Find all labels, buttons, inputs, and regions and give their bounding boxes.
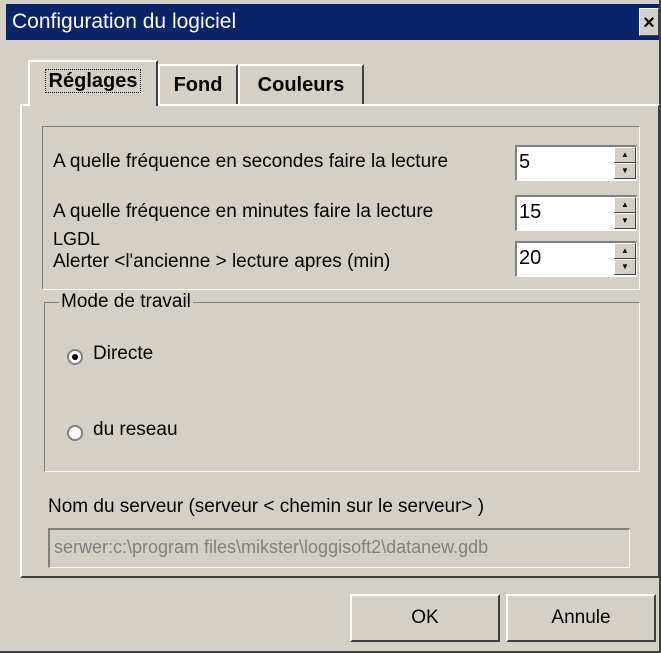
cancel-button[interactable]: Annule [506, 594, 656, 642]
spin-down-icon[interactable]: ▼ [614, 163, 636, 179]
server-path-field: serwer:c:\program files\mikster\loggisof… [48, 528, 630, 568]
spin-up-icon[interactable]: ▲ [614, 197, 636, 213]
work-mode-group: Mode de travail Directe du reseau [44, 291, 640, 472]
close-button[interactable]: × [639, 8, 659, 36]
settings-group: A quelle fréquence en secondes faire la … [42, 126, 640, 290]
row-label-minutes: A quelle fréquence en minutes faire la l… [53, 201, 434, 222]
window-title: Configuration du logiciel [12, 10, 237, 33]
radio-directe[interactable] [67, 349, 83, 365]
tab-fond[interactable]: Fond [158, 64, 238, 104]
radio-du-reseau[interactable] [67, 425, 83, 441]
alert-spinner[interactable]: 20 ▲ ▼ [515, 241, 637, 277]
radio-label-directe[interactable]: Directe [93, 343, 153, 365]
spin-down-icon[interactable]: ▼ [614, 259, 636, 275]
tab-label: Couleurs [257, 74, 345, 96]
tab-couleurs[interactable]: Couleurs [238, 64, 364, 104]
tab-label: Réglages [44, 69, 142, 93]
seconds-value: 5 [519, 151, 531, 173]
close-icon: × [643, 12, 655, 34]
spin-up-icon[interactable]: ▲ [614, 147, 636, 163]
dialog-window: Configuration du logiciel × Réglages Fon… [0, 0, 661, 653]
minutes-spinner[interactable]: 15 ▲ ▼ [515, 195, 637, 231]
radio-label-du-reseau[interactable]: du reseau [93, 419, 178, 441]
server-label: Nom du serveur (serveur < chemin sur le … [48, 496, 485, 517]
tab-label: Fond [173, 74, 223, 96]
title-bar: Configuration du logiciel × [6, 4, 659, 40]
minutes-value: 15 [519, 201, 542, 223]
seconds-spinner[interactable]: 5 ▲ ▼ [515, 145, 637, 181]
radio-selected-dot [72, 354, 78, 360]
tab-reglages[interactable]: Réglages [28, 60, 158, 106]
alert-value: 20 [519, 247, 542, 269]
row-label-seconds: A quelle fréquence en secondes faire la … [53, 151, 449, 172]
spin-up-icon[interactable]: ▲ [614, 243, 636, 259]
tab-panel: A quelle fréquence en secondes faire la … [20, 104, 660, 578]
row-label-lgdl: LGDL [53, 229, 101, 249]
spin-down-icon[interactable]: ▼ [614, 213, 636, 229]
row-label-alert: Alerter <l'ancienne > lecture apres (min… [53, 251, 391, 272]
work-mode-legend: Mode de travail [59, 291, 193, 313]
ok-button[interactable]: OK [350, 594, 500, 642]
